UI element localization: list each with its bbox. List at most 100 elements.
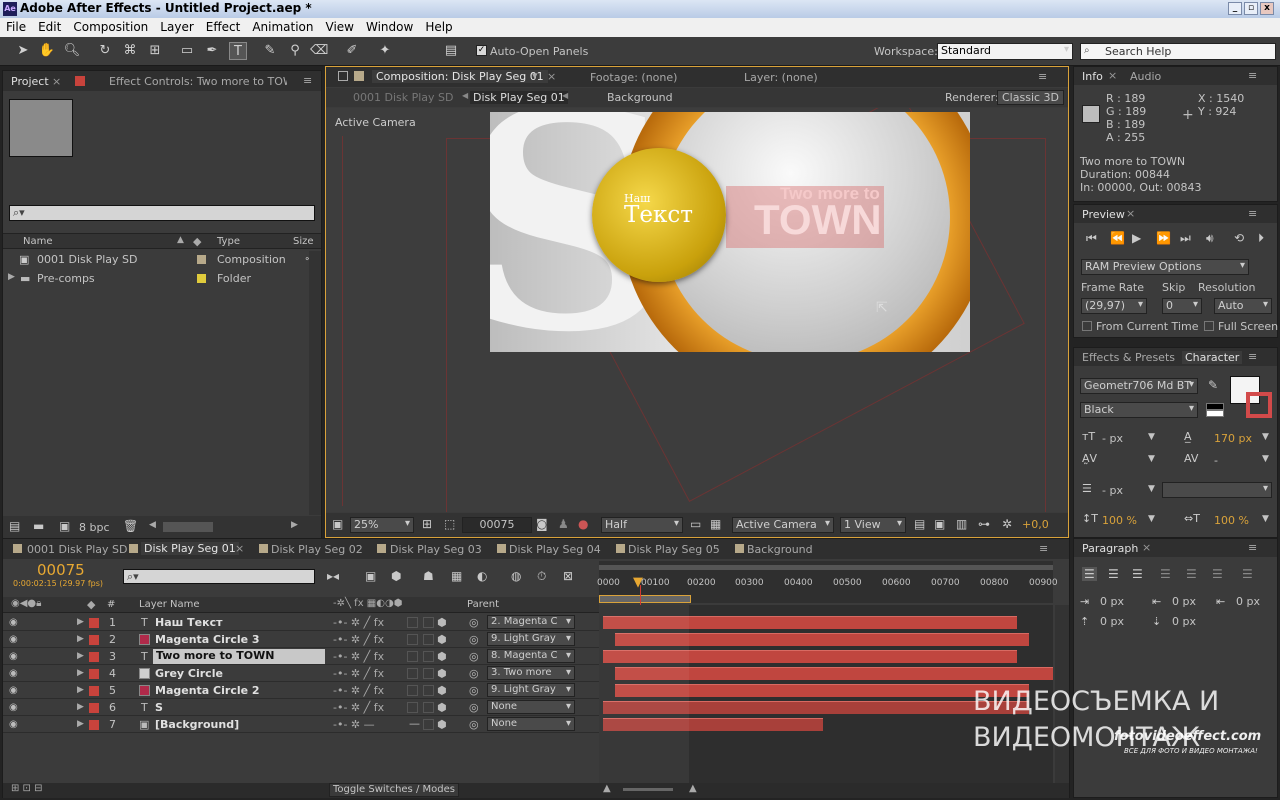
ram-preview-options-select[interactable]: RAM Preview Options xyxy=(1081,259,1249,275)
breadcrumb-item[interactable]: 0001 Disk Play SD xyxy=(353,91,454,104)
pick-whip-icon[interactable]: ◎ xyxy=(469,650,479,663)
parent-select[interactable]: 8. Magenta C xyxy=(487,649,575,663)
camera-select[interactable]: Active Camera xyxy=(732,517,834,533)
menu-edit[interactable]: Edit xyxy=(32,18,67,34)
stroke-type-select[interactable] xyxy=(1162,482,1272,498)
close-icon[interactable]: × xyxy=(52,75,61,88)
lock-icon[interactable] xyxy=(338,71,348,81)
breadcrumb-item[interactable]: Background xyxy=(607,91,673,104)
project-item-row[interactable]: ▶ ▬ Pre-comps Folder xyxy=(3,270,309,288)
toggle-pixel-aspect-icon[interactable]: ▤ xyxy=(914,517,925,531)
roto-brush-tool-icon[interactable]: ✐ xyxy=(343,42,361,60)
expand-pane-icon[interactable]: ⊞ ⊡ ⊟ xyxy=(11,783,43,794)
frame-rate-select[interactable]: (29,97) xyxy=(1081,298,1147,314)
pick-whip-icon[interactable]: ◎ xyxy=(469,616,479,629)
tab-character[interactable]: Character xyxy=(1182,351,1243,364)
justify-right-icon[interactable]: ☰ xyxy=(1212,567,1223,581)
expand-arrow-icon[interactable]: ▶ xyxy=(77,668,84,678)
region-of-interest-icon[interactable]: ▭ xyxy=(690,517,701,531)
justify-center-icon[interactable]: ☰ xyxy=(1186,567,1197,581)
label-color-swatch[interactable] xyxy=(89,635,99,645)
menu-view[interactable]: View xyxy=(320,18,360,34)
exposure-value[interactable]: +0,0 xyxy=(1022,518,1049,531)
panel-menu-icon[interactable]: ≡ xyxy=(1248,207,1257,220)
label-color-swatch[interactable] xyxy=(89,720,99,730)
motion-blur-icon[interactable]: ◐ xyxy=(477,569,487,583)
panel-menu-icon[interactable]: ≡ xyxy=(1248,69,1257,82)
column-layer-name[interactable]: Layer Name xyxy=(139,599,200,610)
indent-right-value[interactable]: 0 px xyxy=(1236,595,1260,608)
brush-tool-icon[interactable]: ✎ xyxy=(261,42,279,60)
panel-menu-icon[interactable]: ≡ xyxy=(1248,350,1257,363)
layer-switches[interactable]: -•- ✲ ╱ fx xyxy=(333,684,384,697)
horizontal-scale-value[interactable]: 100 % xyxy=(1214,514,1249,527)
layer-row[interactable]: ◉ ▶ 7 ▣ [Background] -•- ✲ — — ⬢ ◎ None xyxy=(3,716,599,733)
menu-help[interactable]: Help xyxy=(419,18,458,34)
menu-composition[interactable]: Composition xyxy=(67,18,154,34)
white-swatch[interactable] xyxy=(1206,410,1224,417)
layer-row[interactable]: ◉ ▶ 5 Magenta Circle 2 -•- ✲ ╱ fx ⬢ ◎ 9.… xyxy=(3,682,599,699)
ram-preview-icon[interactable]: ⏵ xyxy=(1258,231,1264,246)
eye-icon[interactable]: ◉ xyxy=(9,651,18,662)
transparency-grid-icon[interactable]: ▦ xyxy=(710,517,721,531)
first-frame-icon[interactable]: ⏮ xyxy=(1086,231,1097,246)
panel-toggle-icon[interactable]: ▤ xyxy=(442,42,460,60)
stroke-width-value[interactable]: - px xyxy=(1102,484,1123,497)
tab-layer[interactable]: Layer: (none) xyxy=(744,71,818,84)
hand-tool-icon[interactable]: ✋ xyxy=(38,42,56,60)
panel-menu-icon[interactable]: ≡ xyxy=(1039,542,1048,555)
parent-select[interactable]: 3. Two more xyxy=(487,666,575,680)
font-size-value[interactable]: - px xyxy=(1102,432,1123,445)
label-color-swatch[interactable] xyxy=(89,703,99,713)
stroke-color-swatch[interactable] xyxy=(1246,392,1272,418)
safe-margins-icon[interactable]: ⊞ xyxy=(422,517,432,531)
close-icon[interactable]: × xyxy=(1142,541,1151,554)
auto-open-checkbox[interactable]: ✓ xyxy=(476,45,487,56)
rectangle-tool-icon[interactable]: ▭ xyxy=(178,42,196,60)
dropdown-arrow-icon[interactable]: ▼ xyxy=(1262,514,1269,524)
layer-row-selected[interactable]: ◉ ▶ 3 T Two more to TOWN -•- ✲ ╱ fx ⬢ ◎ … xyxy=(3,648,599,665)
menu-effect[interactable]: Effect xyxy=(200,18,247,34)
comp-dropdown-icon[interactable]: ▾ xyxy=(532,69,538,82)
layer-switch-box[interactable] xyxy=(407,651,418,662)
tab-timeline-comp[interactable]: Disk Play Seg 03 xyxy=(390,543,482,556)
3d-layer-icon[interactable]: ⬢ xyxy=(437,650,447,663)
font-family-select[interactable]: Geometr706 Md BT xyxy=(1080,378,1198,394)
3d-layer-icon[interactable]: ⬢ xyxy=(437,616,447,629)
column-type[interactable]: Type xyxy=(217,236,240,247)
comp-mini-flowchart-icon[interactable]: ▸◂ xyxy=(327,569,339,583)
dropdown-arrow-icon[interactable]: ▼ xyxy=(1148,514,1155,524)
project-item-row[interactable]: ▣ 0001 Disk Play SD Composition ⊶ xyxy=(3,251,316,269)
align-right-icon[interactable]: ☰ xyxy=(1132,567,1143,581)
label-color-swatch[interactable] xyxy=(89,652,99,662)
layer-switches[interactable]: -•- ✲ ╱ fx xyxy=(333,701,384,714)
layer-switch-box[interactable] xyxy=(407,685,418,696)
layer-name[interactable]: S xyxy=(155,701,163,714)
tab-timeline-comp[interactable]: Disk Play Seg 02 xyxy=(271,543,363,556)
show-snapshot-icon[interactable]: ♟ xyxy=(558,517,569,531)
layer-switches[interactable]: -•- ✲ ╱ fx xyxy=(333,616,384,629)
pan-behind-tool-icon[interactable]: ⊞ xyxy=(146,42,164,60)
resolution-select[interactable]: Half xyxy=(601,517,683,533)
space-before-value[interactable]: 0 px xyxy=(1100,615,1124,628)
exposure-reset-icon[interactable]: ✲ xyxy=(1002,517,1012,531)
space-after-value[interactable]: 0 px xyxy=(1172,615,1196,628)
justify-all-icon[interactable]: ☰ xyxy=(1242,567,1253,581)
panel-menu-icon[interactable]: ≡ xyxy=(1038,70,1047,83)
layer-row[interactable]: ◉ ▶ 2 Magenta Circle 3 -•- ✲ ╱ fx ⬢ ◎ 9.… xyxy=(3,631,599,648)
pick-whip-icon[interactable]: ◎ xyxy=(469,701,479,714)
eye-icon[interactable]: ◉ xyxy=(9,685,18,696)
layer-switch-box[interactable] xyxy=(423,634,434,645)
3d-layer-icon[interactable]: ⬢ xyxy=(437,667,447,680)
align-left-icon[interactable]: ☰ xyxy=(1082,567,1097,581)
zoom-select[interactable]: 25% xyxy=(350,517,414,533)
layer-switch-box[interactable] xyxy=(423,719,434,730)
expand-arrow-icon[interactable]: ▶ xyxy=(77,617,84,627)
loop-icon[interactable]: ⟲ xyxy=(1234,231,1244,245)
breadcrumb-item[interactable]: Disk Play Seg 01 xyxy=(470,91,568,104)
expand-arrow-icon[interactable]: ▶ xyxy=(77,719,84,729)
tab-composition[interactable]: Composition: Disk Play Seg 01 xyxy=(372,70,548,83)
layer-name[interactable]: Magenta Circle 3 xyxy=(155,633,260,646)
skip-select[interactable]: 0 xyxy=(1162,298,1202,314)
menu-file[interactable]: File xyxy=(0,18,32,34)
